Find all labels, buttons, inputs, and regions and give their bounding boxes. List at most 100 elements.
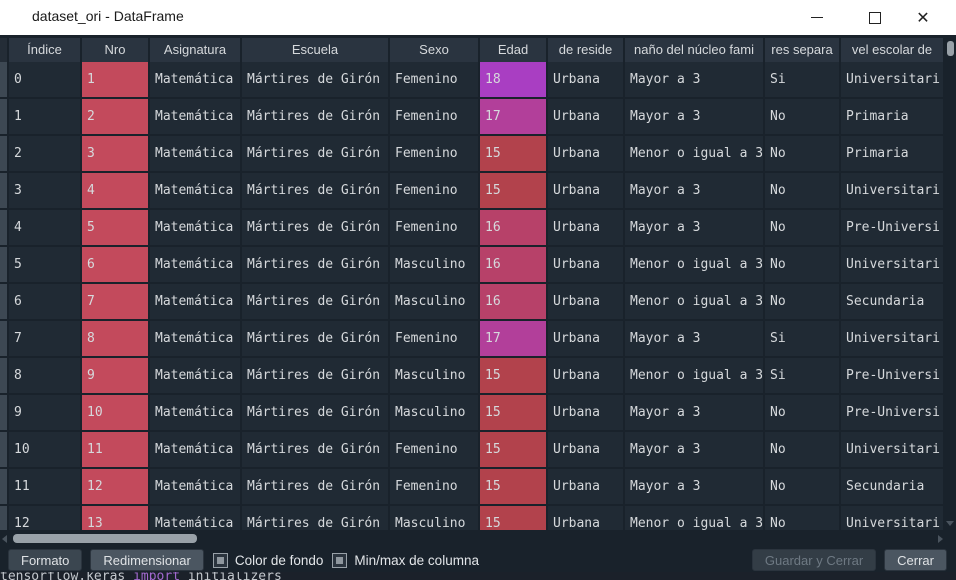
cell-edad[interactable]: 15 [480,173,546,208]
row-header-handle[interactable] [0,358,7,393]
cell-sexo[interactable]: Femenino [390,62,478,97]
cell-residencia[interactable]: Urbana [548,432,623,467]
cell-indice[interactable]: 6 [9,284,80,319]
cell-edad[interactable]: 16 [480,247,546,282]
cell-nucleo_familiar[interactable]: Menor o igual a 3 [625,284,763,319]
cell-nivel_escolar[interactable]: Universitari [841,432,943,467]
minmax-checkbox[interactable] [332,552,348,568]
cell-nivel_escolar[interactable]: Primaria [841,136,943,171]
color-de-fondo-checkbox[interactable] [212,552,228,568]
cell-indice[interactable]: 0 [9,62,80,97]
cell-edad[interactable]: 15 [480,469,546,504]
cell-indice[interactable]: 3 [9,173,80,208]
row-header-handle[interactable] [0,247,7,282]
cell-residencia[interactable]: Urbana [548,99,623,134]
cell-escuela[interactable]: Mártires de Girón [242,469,388,504]
row-header-handle[interactable] [0,62,7,97]
cell-padres_separados[interactable]: No [765,247,839,282]
row-header-handle[interactable] [0,321,7,356]
cell-padres_separados[interactable]: No [765,284,839,319]
cell-nro[interactable]: 9 [82,358,148,393]
row-header-handle[interactable] [0,210,7,245]
cell-residencia[interactable]: Urbana [548,136,623,171]
cell-padres_separados[interactable]: Si [765,358,839,393]
cell-sexo[interactable]: Masculino [390,358,478,393]
cell-asignatura[interactable]: Matemática [150,99,240,134]
cell-sexo[interactable]: Femenino [390,210,478,245]
cell-padres_separados[interactable]: Si [765,321,839,356]
cell-asignatura[interactable]: Matemática [150,469,240,504]
cell-sexo[interactable]: Femenino [390,99,478,134]
row-header-handle[interactable] [0,99,7,134]
cell-nucleo_familiar[interactable]: Mayor a 3 [625,469,763,504]
cell-residencia[interactable]: Urbana [548,247,623,282]
cell-sexo[interactable]: Masculino [390,284,478,319]
column-header-indice[interactable]: Índice [9,38,80,62]
cerrar-button[interactable]: Cerrar [884,549,947,571]
column-header-nivel_escolar[interactable]: vel escolar de [841,38,943,62]
column-header-nro[interactable]: Nro [82,38,148,62]
cell-asignatura[interactable]: Matemática [150,210,240,245]
formato-button[interactable]: Formato [8,549,83,571]
cell-indice[interactable]: 1 [9,99,80,134]
cell-edad[interactable]: 15 [480,136,546,171]
cell-residencia[interactable]: Urbana [548,395,623,430]
cell-nro[interactable]: 12 [82,469,148,504]
cell-asignatura[interactable]: Matemática [150,62,240,97]
cell-residencia[interactable]: Urbana [548,358,623,393]
cell-sexo[interactable]: Femenino [390,173,478,208]
cell-asignatura[interactable]: Matemática [150,136,240,171]
column-header-residencia[interactable]: de reside [548,38,623,62]
cell-nivel_escolar[interactable]: Universitari [841,247,943,282]
cell-sexo[interactable]: Masculino [390,247,478,282]
cell-nro[interactable]: 6 [82,247,148,282]
cell-residencia[interactable]: Urbana [548,173,623,208]
cell-escuela[interactable]: Mártires de Girón [242,62,388,97]
cell-sexo[interactable]: Masculino [390,506,478,530]
row-header-handle[interactable] [0,136,7,171]
column-header-sexo[interactable]: Sexo [390,38,478,62]
guardar-y-cerrar-button[interactable]: Guardar y Cerrar [751,549,877,571]
cell-edad[interactable]: 18 [480,62,546,97]
cell-edad[interactable]: 15 [480,395,546,430]
column-header-escuela[interactable]: Escuela [242,38,388,62]
cell-asignatura[interactable]: Matemática [150,358,240,393]
cell-nro[interactable]: 5 [82,210,148,245]
cell-padres_separados[interactable]: No [765,506,839,530]
cell-asignatura[interactable]: Matemática [150,247,240,282]
cell-nivel_escolar[interactable]: Universitari [841,62,943,97]
cell-nucleo_familiar[interactable]: Menor o igual a 3 [625,506,763,530]
cell-sexo[interactable]: Femenino [390,432,478,467]
cell-nro[interactable]: 10 [82,395,148,430]
redimensionar-button[interactable]: Redimensionar [90,549,204,571]
cell-padres_separados[interactable]: No [765,210,839,245]
cell-asignatura[interactable]: Matemática [150,173,240,208]
cell-edad[interactable]: 17 [480,321,546,356]
row-header-handle[interactable] [0,469,7,504]
cell-nro[interactable]: 7 [82,284,148,319]
column-header-asignatura[interactable]: Asignatura [150,38,240,62]
cell-padres_separados[interactable]: No [765,395,839,430]
cell-residencia[interactable]: Urbana [548,469,623,504]
cell-nro[interactable]: 13 [82,506,148,530]
cell-residencia[interactable]: Urbana [548,284,623,319]
cell-nro[interactable]: 4 [82,173,148,208]
cell-padres_separados[interactable]: No [765,99,839,134]
cell-nucleo_familiar[interactable]: Mayor a 3 [625,432,763,467]
cell-indice[interactable]: 11 [9,469,80,504]
minimize-button[interactable] [794,0,840,35]
cell-nucleo_familiar[interactable]: Menor o igual a 3 [625,136,763,171]
horizontal-scrollbar-handle[interactable] [13,534,197,543]
cell-nivel_escolar[interactable]: Universitari [841,506,943,530]
row-header-handle[interactable] [0,395,7,430]
cell-padres_separados[interactable]: No [765,136,839,171]
cell-nivel_escolar[interactable]: Secundaria [841,469,943,504]
cell-residencia[interactable]: Urbana [548,62,623,97]
cell-sexo[interactable]: Femenino [390,321,478,356]
cell-escuela[interactable]: Mártires de Girón [242,247,388,282]
cell-nucleo_familiar[interactable]: Mayor a 3 [625,62,763,97]
cell-edad[interactable]: 17 [480,99,546,134]
column-header-padres_separados[interactable]: res separa [765,38,839,62]
cell-asignatura[interactable]: Matemática [150,321,240,356]
cell-edad[interactable]: 15 [480,506,546,530]
